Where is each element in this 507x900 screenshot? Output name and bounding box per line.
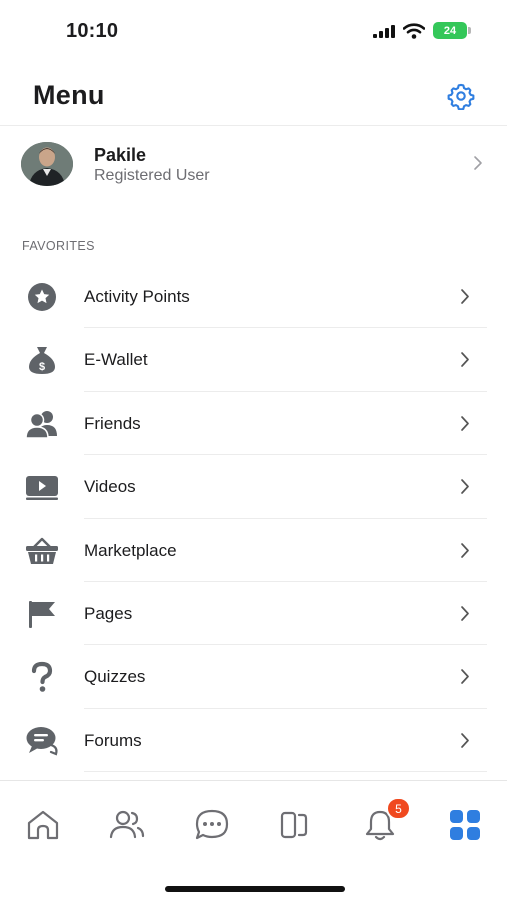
menu-item-label: Pages xyxy=(84,603,133,623)
notification-badge: 5 xyxy=(386,797,411,820)
star-badge-icon xyxy=(24,279,60,315)
menu-item-activity-points[interactable]: Activity Points xyxy=(0,265,507,329)
tab-pages[interactable] xyxy=(274,805,314,845)
chevron-right-icon xyxy=(461,732,469,748)
home-icon xyxy=(27,810,59,840)
friends-icon xyxy=(109,810,145,839)
menu-item-label: Friends xyxy=(84,413,141,433)
tab-messages[interactable] xyxy=(192,805,232,845)
menu-item-label: Marketplace xyxy=(84,540,177,560)
menu-item-pages[interactable]: Pages xyxy=(0,582,507,646)
gear-icon xyxy=(447,83,475,110)
video-icon xyxy=(24,469,60,505)
chevron-right-icon xyxy=(461,542,469,558)
chevron-right-icon xyxy=(461,606,469,621)
divider xyxy=(84,771,487,773)
settings-button[interactable] xyxy=(445,80,477,112)
chevron-right-icon xyxy=(461,415,469,431)
chat-bubbles-icon xyxy=(24,723,60,759)
header: Menu xyxy=(0,70,507,126)
chevron-right-icon xyxy=(461,479,469,495)
profile-role: Registered User xyxy=(94,167,210,184)
svg-text:$: $ xyxy=(39,361,45,373)
tab-home[interactable] xyxy=(23,805,63,845)
menu-item-friends[interactable]: Friends xyxy=(0,392,507,456)
battery-level: 24 xyxy=(443,24,457,37)
chevron-right-icon xyxy=(461,289,469,304)
chevron-right-icon xyxy=(461,352,469,368)
favorites-list: Activity Points $ E-Wallet Friends Video… xyxy=(0,265,507,773)
menu-item-forums[interactable]: Forums xyxy=(0,709,507,773)
flag-icon xyxy=(24,596,60,632)
tab-bar: 5 xyxy=(0,780,507,900)
menu-item-label: Forums xyxy=(84,730,142,750)
wifi-icon xyxy=(403,22,425,39)
chevron-right-icon xyxy=(461,669,469,685)
chevron-right-icon xyxy=(474,156,482,170)
menu-item-label: Activity Points xyxy=(84,287,190,306)
tab-menu[interactable] xyxy=(445,805,485,845)
users-icon xyxy=(24,406,60,442)
status-bar: 10:10 24 xyxy=(0,0,507,60)
messages-icon xyxy=(195,809,229,840)
tab-friends[interactable] xyxy=(107,805,147,845)
menu-item-label: Videos xyxy=(84,477,136,497)
menu-item-label: Quizzes xyxy=(84,667,146,687)
menu-item-quizzes[interactable]: Quizzes xyxy=(0,645,507,709)
signal-icon xyxy=(373,24,395,38)
battery-icon: 24 xyxy=(433,22,471,39)
home-indicator xyxy=(165,886,345,892)
status-icons: 24 xyxy=(373,22,471,39)
page-title: Menu xyxy=(33,80,105,110)
menu-item-marketplace[interactable]: Marketplace xyxy=(0,519,507,582)
pages-icon xyxy=(280,811,308,839)
menu-grid-icon xyxy=(450,810,480,840)
profile-name: Pakile xyxy=(94,145,147,165)
avatar xyxy=(21,142,73,186)
profile-row[interactable]: Pakile Registered User xyxy=(0,127,507,207)
question-icon xyxy=(24,659,60,695)
basket-icon xyxy=(24,533,60,569)
status-time: 10:10 xyxy=(66,20,119,42)
menu-item-e-wallet[interactable]: $ E-Wallet xyxy=(0,328,507,392)
money-bag-icon: $ xyxy=(24,342,60,378)
menu-item-videos[interactable]: Videos xyxy=(0,455,507,519)
menu-item-label: E-Wallet xyxy=(84,350,148,370)
section-label-favorites: FAVORITES xyxy=(22,239,95,253)
